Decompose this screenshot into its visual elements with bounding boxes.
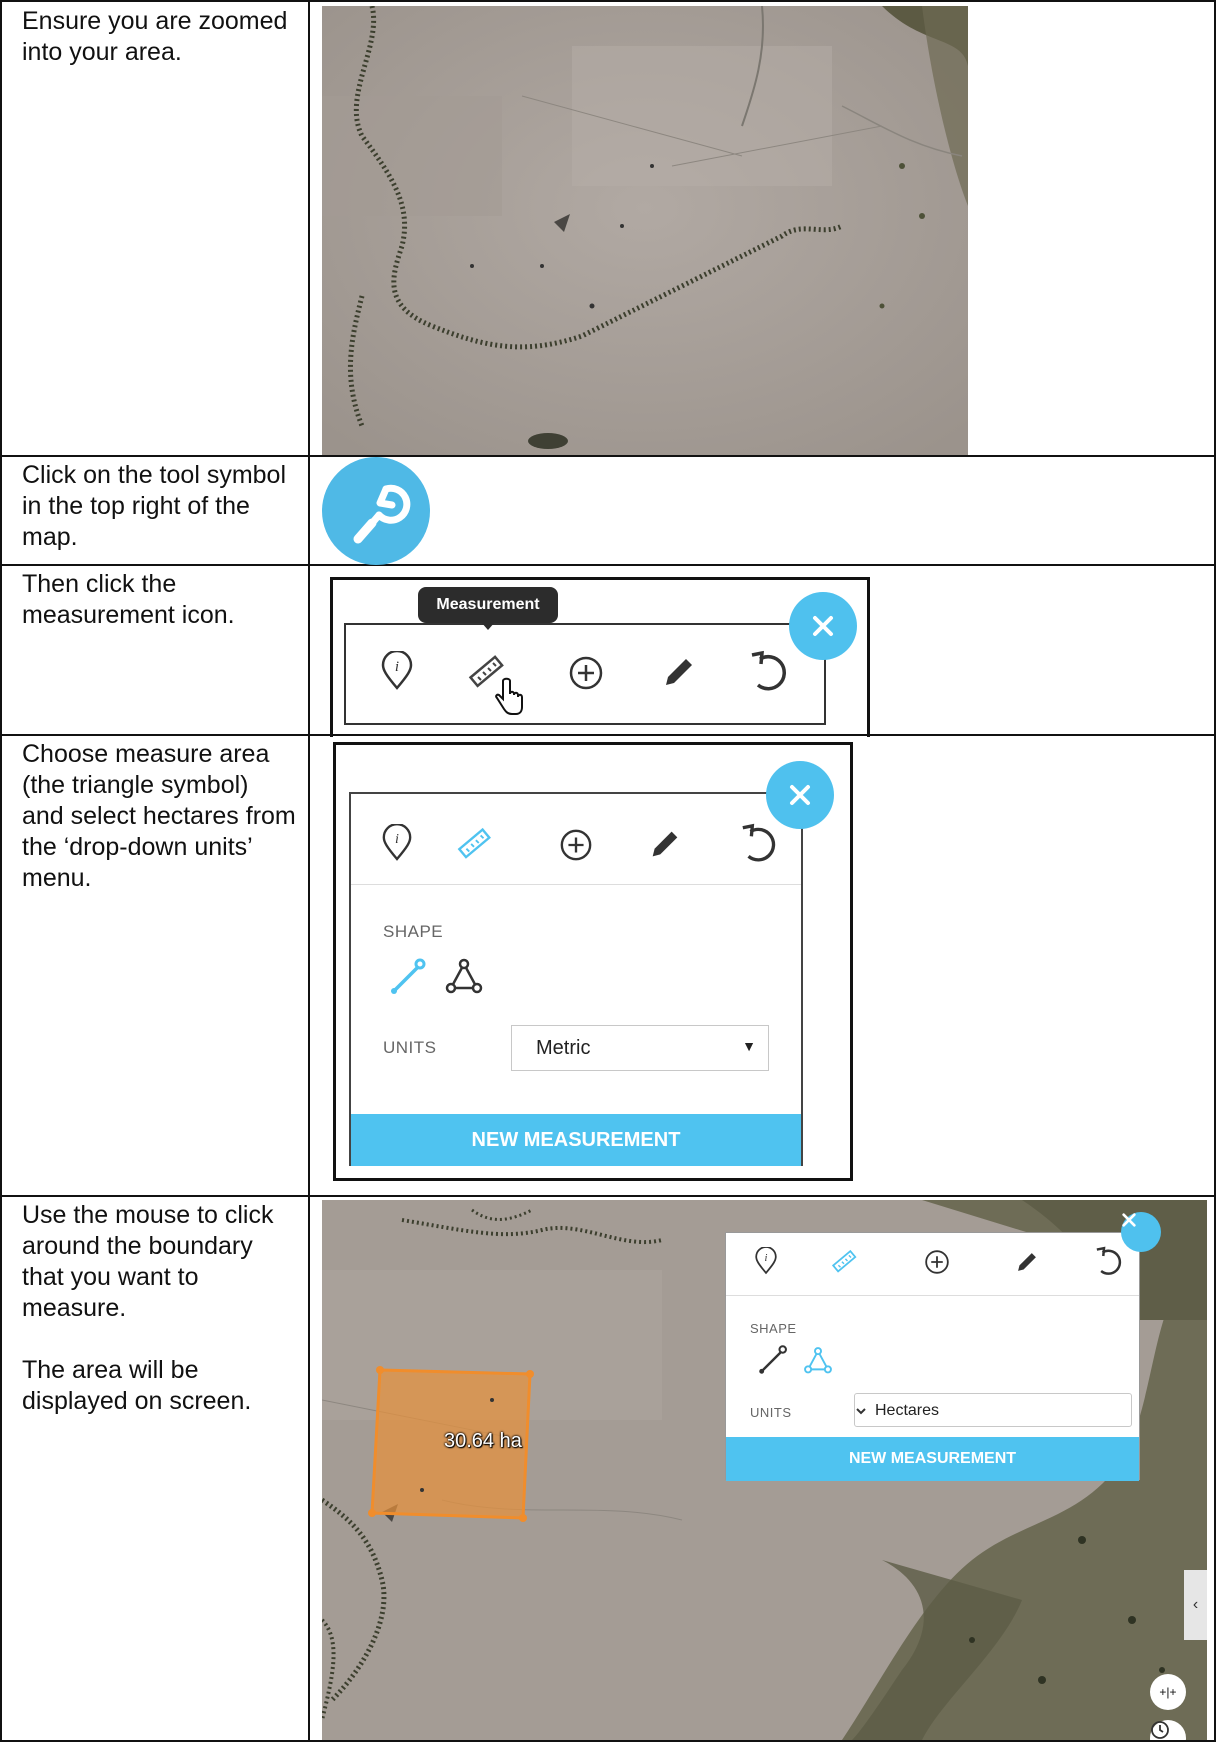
pencil-icon[interactable] <box>647 826 683 862</box>
measurement-tooltip: Measurement <box>418 587 558 623</box>
units-select-value: Hectares <box>875 1402 940 1419</box>
new-measurement-button[interactable]: NEW MEASUREMENT <box>726 1437 1139 1481</box>
row-border <box>0 0 1216 2</box>
undo-icon[interactable] <box>748 649 790 693</box>
triangle-area-icon[interactable] <box>443 956 485 998</box>
step-click-boundary-text: Use the mouse to click around the bounda… <box>22 1200 297 1448</box>
row-border <box>0 1195 1216 1197</box>
dropdown-arrow-icon: ▼ <box>742 1038 756 1054</box>
undo-icon[interactable] <box>739 822 779 864</box>
area-label: 30.64 ha <box>444 1430 522 1452</box>
svg-text:i: i <box>395 659 399 675</box>
add-icon[interactable] <box>924 1249 950 1275</box>
close-icon <box>813 616 833 636</box>
line-shape-icon[interactable] <box>387 956 429 998</box>
close-icon <box>790 785 810 805</box>
step-zoom-text: Ensure you are zoomed into your area. <box>22 7 288 66</box>
satellite-map-measured: 30.64 ha i SHAPE UNITS Hectares NEW MEAS… <box>322 1200 1207 1740</box>
ruler-icon[interactable] <box>455 824 493 862</box>
close-icon <box>1122 1213 1136 1227</box>
undo-icon[interactable] <box>1094 1245 1124 1277</box>
close-button[interactable] <box>1121 1212 1161 1252</box>
units-select[interactable]: Hectares <box>854 1393 1132 1427</box>
triangle-area-icon[interactable] <box>802 1345 834 1377</box>
chevron-down-icon <box>856 1408 866 1415</box>
line-shape-icon[interactable] <box>756 1343 790 1377</box>
shape-label: SHAPE <box>383 922 444 941</box>
toolbar-divider <box>726 1295 1139 1296</box>
tools-toolbar: i <box>344 623 826 725</box>
ruler-icon[interactable] <box>830 1247 858 1275</box>
satellite-map-image <box>322 6 968 455</box>
chevron-left-icon: ‹ <box>1192 1596 1199 1613</box>
info-icon[interactable]: i <box>754 1247 778 1275</box>
wrench-icon <box>353 484 411 544</box>
compare-icon[interactable]: +|+ <box>1150 1674 1186 1710</box>
units-select-value: Metric <box>536 1037 591 1059</box>
add-icon[interactable] <box>568 655 604 691</box>
tool-button[interactable] <box>322 457 430 565</box>
step-measurement-icon-text: Then click the measurement icon. <box>22 570 235 629</box>
pencil-icon[interactable] <box>660 653 698 691</box>
info-icon[interactable]: i <box>381 824 413 862</box>
tooltip-arrow <box>481 622 495 630</box>
new-measurement-button[interactable]: NEW MEASUREMENT <box>351 1114 801 1166</box>
units-select[interactable]: Metric ▼ <box>511 1025 769 1071</box>
units-label: UNITS <box>750 1405 792 1420</box>
col-border <box>0 0 2 1742</box>
measurement-panel-metric: i SHAPE UNITS Metric ▼ NEW MEASUREMENT <box>349 792 803 1166</box>
step-click-boundary: Use the mouse to click around the bounda… <box>22 1201 274 1322</box>
units-label: UNITS <box>383 1038 437 1057</box>
toolbar-divider <box>351 884 801 885</box>
shape-label: SHAPE <box>750 1321 797 1336</box>
hand-cursor-icon <box>495 677 523 715</box>
step-displayed: The area will be displayed on screen. <box>22 1356 252 1415</box>
svg-text:i: i <box>395 831 399 847</box>
add-icon[interactable] <box>559 828 593 862</box>
svg-text:i: i <box>765 1253 768 1264</box>
step-choose-area-text: Choose measure area (the triangle symbol… <box>22 740 296 892</box>
measurement-panel-hectares: i SHAPE UNITS Hectares NEW MEASUREMENT <box>725 1232 1140 1481</box>
row-border <box>0 455 1216 457</box>
close-button[interactable] <box>789 592 857 660</box>
pencil-icon[interactable] <box>1014 1249 1040 1275</box>
step-tool-text: Click on the tool symbol in the top righ… <box>22 461 287 551</box>
col-border <box>308 0 310 1742</box>
close-button[interactable] <box>766 761 834 829</box>
collapse-panel-tab[interactable]: ‹ <box>1184 1570 1207 1640</box>
info-icon[interactable]: i <box>380 651 414 691</box>
